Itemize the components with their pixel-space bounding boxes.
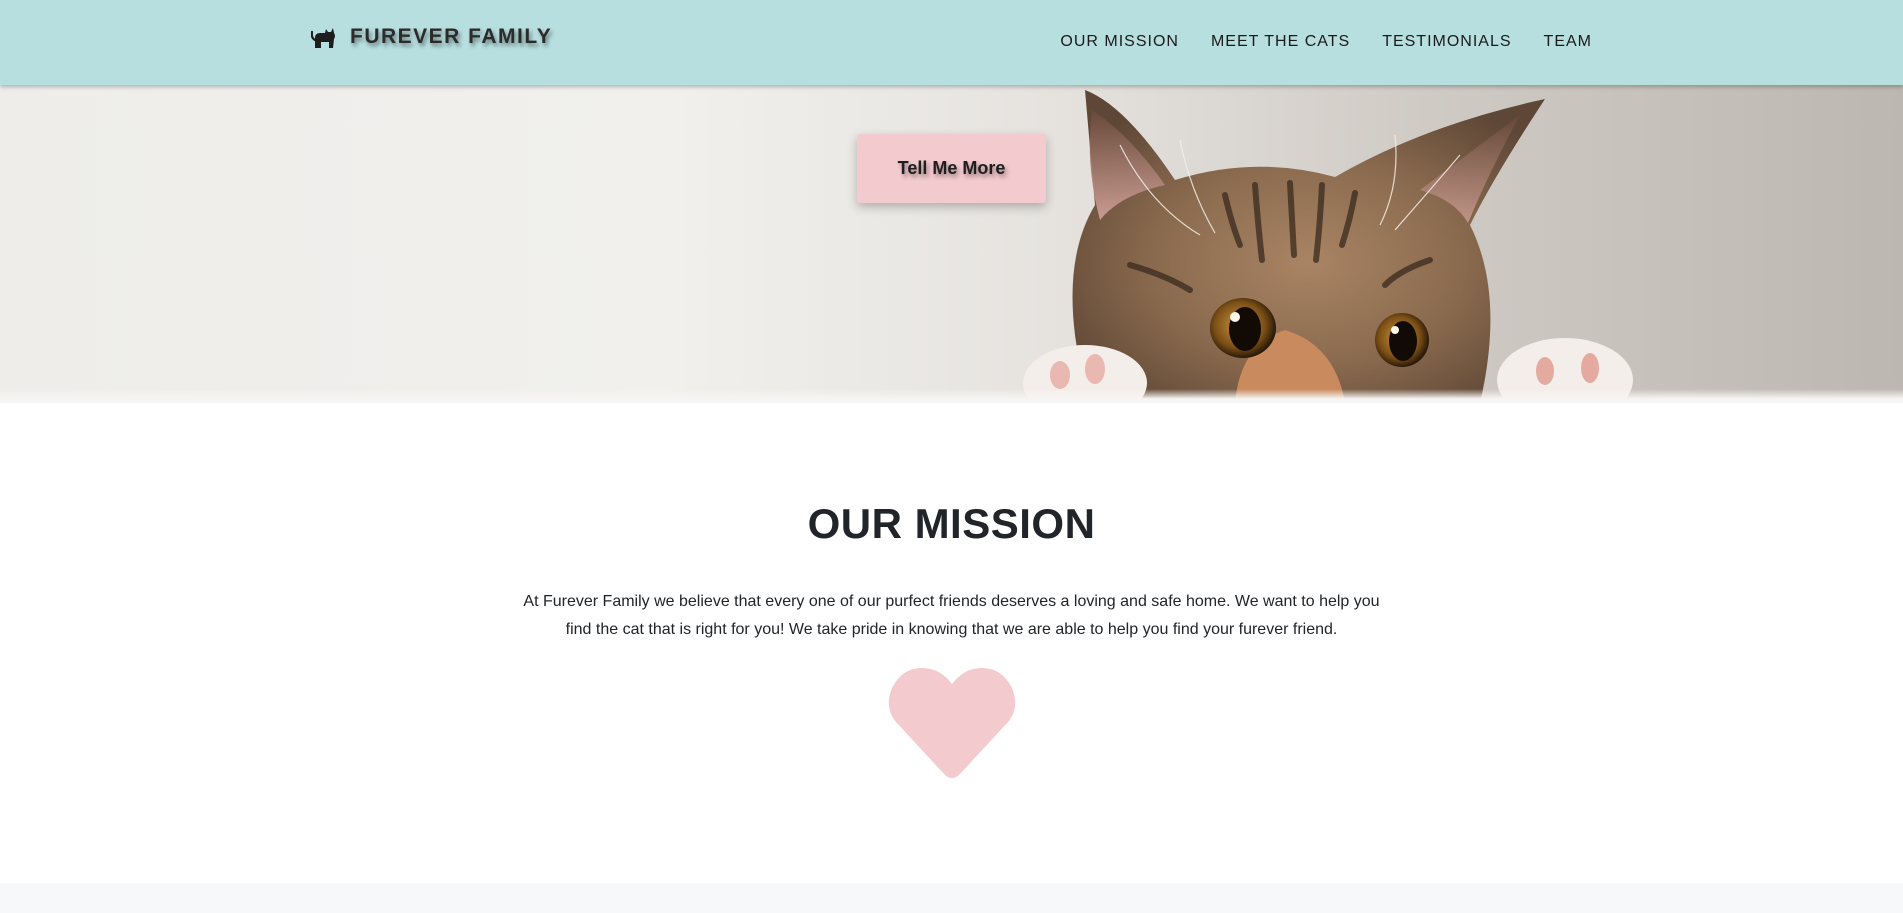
nav-link-meet-the-cats[interactable]: MEET THE CATS: [1211, 30, 1350, 54]
nav-link-team[interactable]: TEAM: [1544, 30, 1592, 54]
nav-links: OUR MISSION MEET THE CATS TESTIMONIALS T…: [1060, 30, 1592, 54]
tell-me-more-button[interactable]: Tell Me More: [857, 134, 1046, 203]
hero-floor-edge: [0, 389, 1903, 403]
hero-cat-image: [1023, 90, 1633, 403]
nav-link-our-mission[interactable]: OUR MISSION: [1060, 30, 1179, 54]
brand-link[interactable]: FUREVER FAMILY: [311, 22, 552, 52]
brand-name: FUREVER FAMILY: [350, 25, 553, 48]
cat-icon: [311, 28, 335, 48]
nav-link-testimonials[interactable]: TESTIMONIALS: [1382, 30, 1511, 54]
heart-icon: [888, 668, 1016, 778]
hero-banner: [0, 85, 1903, 403]
next-section-edge: [0, 883, 1903, 913]
mission-title: OUR MISSION: [807, 500, 1096, 547]
mission-text: At Furever Family we believe that every …: [523, 593, 1380, 638]
navbar: FUREVER FAMILY OUR MISSION MEET THE CATS…: [0, 0, 1903, 85]
mission-section: OUR MISSION At Furever Family we believe…: [0, 403, 1903, 883]
